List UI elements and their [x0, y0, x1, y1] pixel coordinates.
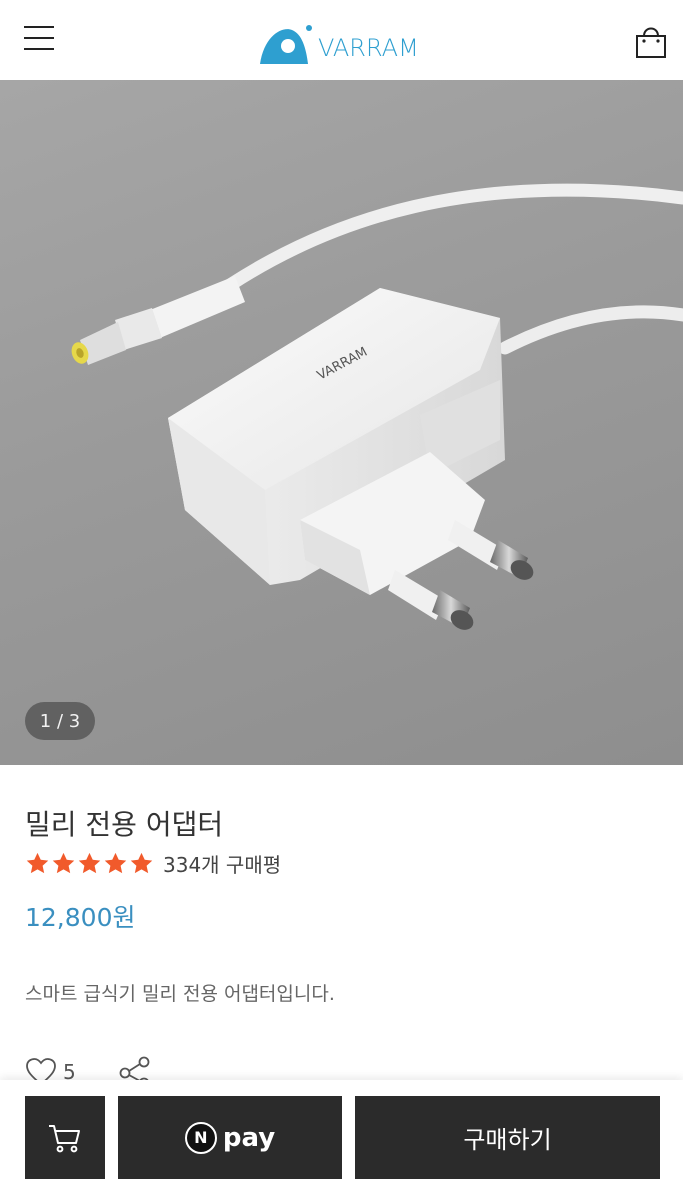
star-icon [78, 852, 101, 873]
hamburger-menu-icon[interactable] [24, 26, 56, 52]
brand-logo[interactable]: VARRAM [258, 22, 419, 66]
product-price: 12,800원 [25, 903, 136, 932]
image-counter-badge: 1 / 3 [25, 702, 95, 740]
naver-pay-label: pay [222, 1122, 276, 1153]
star-rating [25, 851, 155, 876]
product-image-adapter: VARRAM [71, 183, 683, 630]
naver-pay-badge: N [184, 1121, 217, 1154]
star-icon [26, 852, 49, 873]
product-rating[interactable]: 334개 구매평 [25, 848, 281, 878]
top-header: VARRAM [0, 0, 683, 80]
star-icon [104, 852, 127, 873]
purchase-bar: N pay 구매하기 [0, 1080, 683, 1200]
brand-logo-mark-icon [260, 25, 312, 64]
brand-name: VARRAM [318, 34, 419, 62]
cart-icon [49, 1124, 80, 1152]
add-to-cart-button[interactable] [25, 1096, 105, 1179]
product-image-gallery[interactable]: VARRAM [0, 80, 683, 765]
buy-now-button[interactable]: 구매하기 [355, 1096, 660, 1179]
star-icon [52, 852, 75, 873]
star-icon [130, 852, 153, 873]
review-count-link[interactable]: 334개 구매평 [163, 849, 281, 878]
shopping-bag-icon[interactable] [632, 22, 670, 60]
product-description: 스마트 급식기 밀리 전용 어댑터입니다. [25, 983, 335, 1005]
product-title: 밀리 전용 어댑터 [25, 808, 224, 841]
naver-pay-button[interactable]: N pay [118, 1096, 342, 1179]
